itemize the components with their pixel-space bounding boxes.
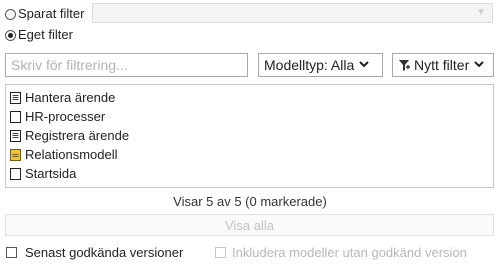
include-unapproved-checkbox [215, 246, 226, 258]
custom-filter-radio-row[interactable]: Eget filter [5, 26, 73, 44]
chevron-down-icon [474, 60, 484, 71]
filter-add-icon [398, 59, 411, 72]
list-item[interactable]: Hantera ärende [6, 88, 493, 107]
folder-document-icon [10, 148, 21, 161]
chevron-down-icon: ▼ [476, 7, 486, 18]
model-list[interactable]: Hantera ärende HR-processer Registrera ä… [5, 84, 494, 188]
list-item-label: Hantera ärende [25, 90, 116, 105]
document-lines-icon [10, 91, 21, 104]
list-status: Visar 5 av 5 (0 markerade) [173, 194, 327, 209]
saved-filter-radio[interactable] [5, 8, 16, 20]
document-icon [10, 110, 21, 123]
new-filter-button[interactable]: Nytt filter [392, 53, 494, 77]
new-filter-label: Nytt filter [414, 57, 470, 73]
show-all-button: Visa alla [5, 214, 494, 236]
latest-approved-checkbox[interactable] [6, 246, 17, 258]
include-unapproved-option: Inkludera modeller utan godkänd version [215, 244, 467, 260]
document-lines-icon [10, 129, 21, 142]
chevron-down-icon [359, 60, 369, 71]
list-item-label: Relationsmodell [25, 147, 118, 162]
latest-approved-label: Senast godkända versioner [25, 244, 184, 260]
custom-filter-radio[interactable] [5, 29, 16, 41]
list-item[interactable]: Relationsmodell [6, 145, 493, 164]
saved-filter-select: ▼ [92, 3, 493, 23]
document-icon [10, 167, 21, 180]
model-type-label: Modelltyp: Alla [264, 57, 355, 73]
saved-filter-radio-row[interactable]: Sparat filter [5, 5, 84, 23]
list-item-label: Startsida [25, 166, 77, 181]
filter-input[interactable] [5, 53, 248, 77]
include-unapproved-label: Inkludera modeller utan godkänd version [232, 244, 467, 260]
list-item-label: Registrera ärende [25, 128, 130, 143]
custom-filter-label: Eget filter [18, 27, 73, 42]
list-item[interactable]: Registrera ärende [6, 126, 493, 145]
model-type-dropdown[interactable]: Modelltyp: Alla [258, 53, 383, 77]
list-item-label: HR-processer [25, 109, 106, 124]
latest-approved-option[interactable]: Senast godkända versioner [6, 244, 183, 260]
saved-filter-label: Sparat filter [18, 6, 85, 21]
list-item[interactable]: HR-processer [6, 107, 493, 126]
show-all-label: Visa alla [225, 217, 274, 233]
list-item[interactable]: Startsida [6, 164, 493, 183]
